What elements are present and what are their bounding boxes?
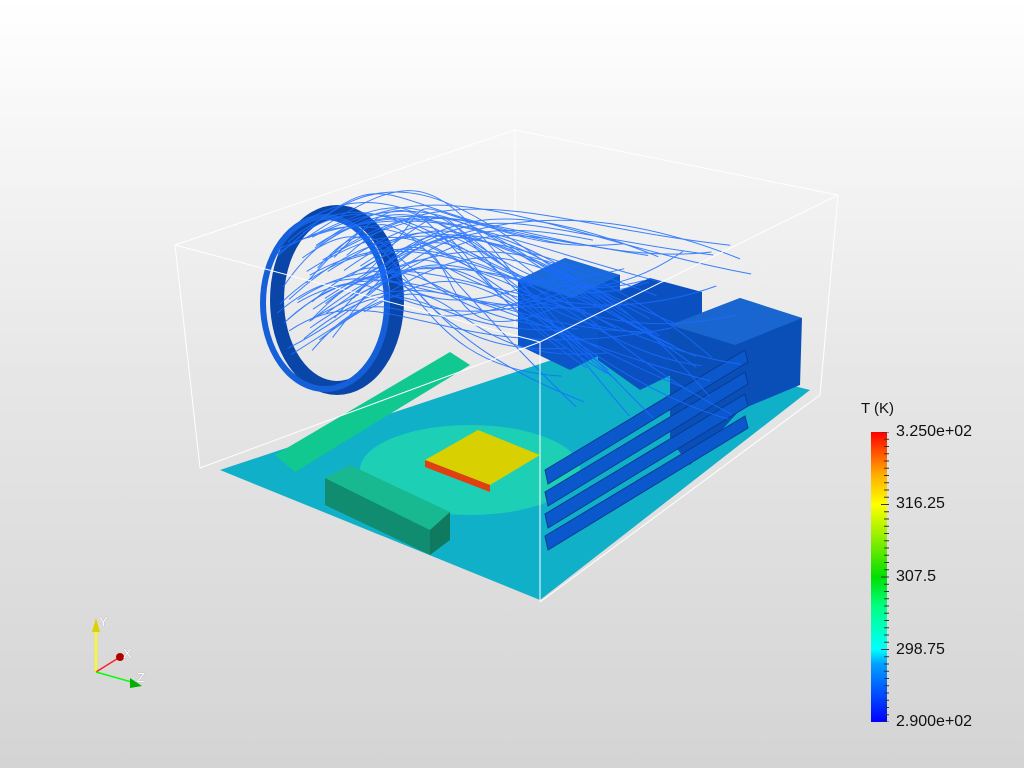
streamline <box>278 193 577 256</box>
colorbar-title: T (K) <box>861 400 895 417</box>
colorbar-label-max: 3.250e+02 <box>896 423 973 440</box>
colorbar-label-307: 307.5 <box>896 568 937 585</box>
axis-label-x: X <box>123 646 132 661</box>
colorbar-label-min: 2.900e+02 <box>896 713 973 730</box>
colorbar-label-316: 316.25 <box>896 495 945 512</box>
colorbar-ticks <box>881 432 889 722</box>
axis-label-y: Y <box>99 614 108 629</box>
colorbar-label-298: 298.75 <box>896 641 945 658</box>
axis-label-z: Z <box>137 670 145 685</box>
